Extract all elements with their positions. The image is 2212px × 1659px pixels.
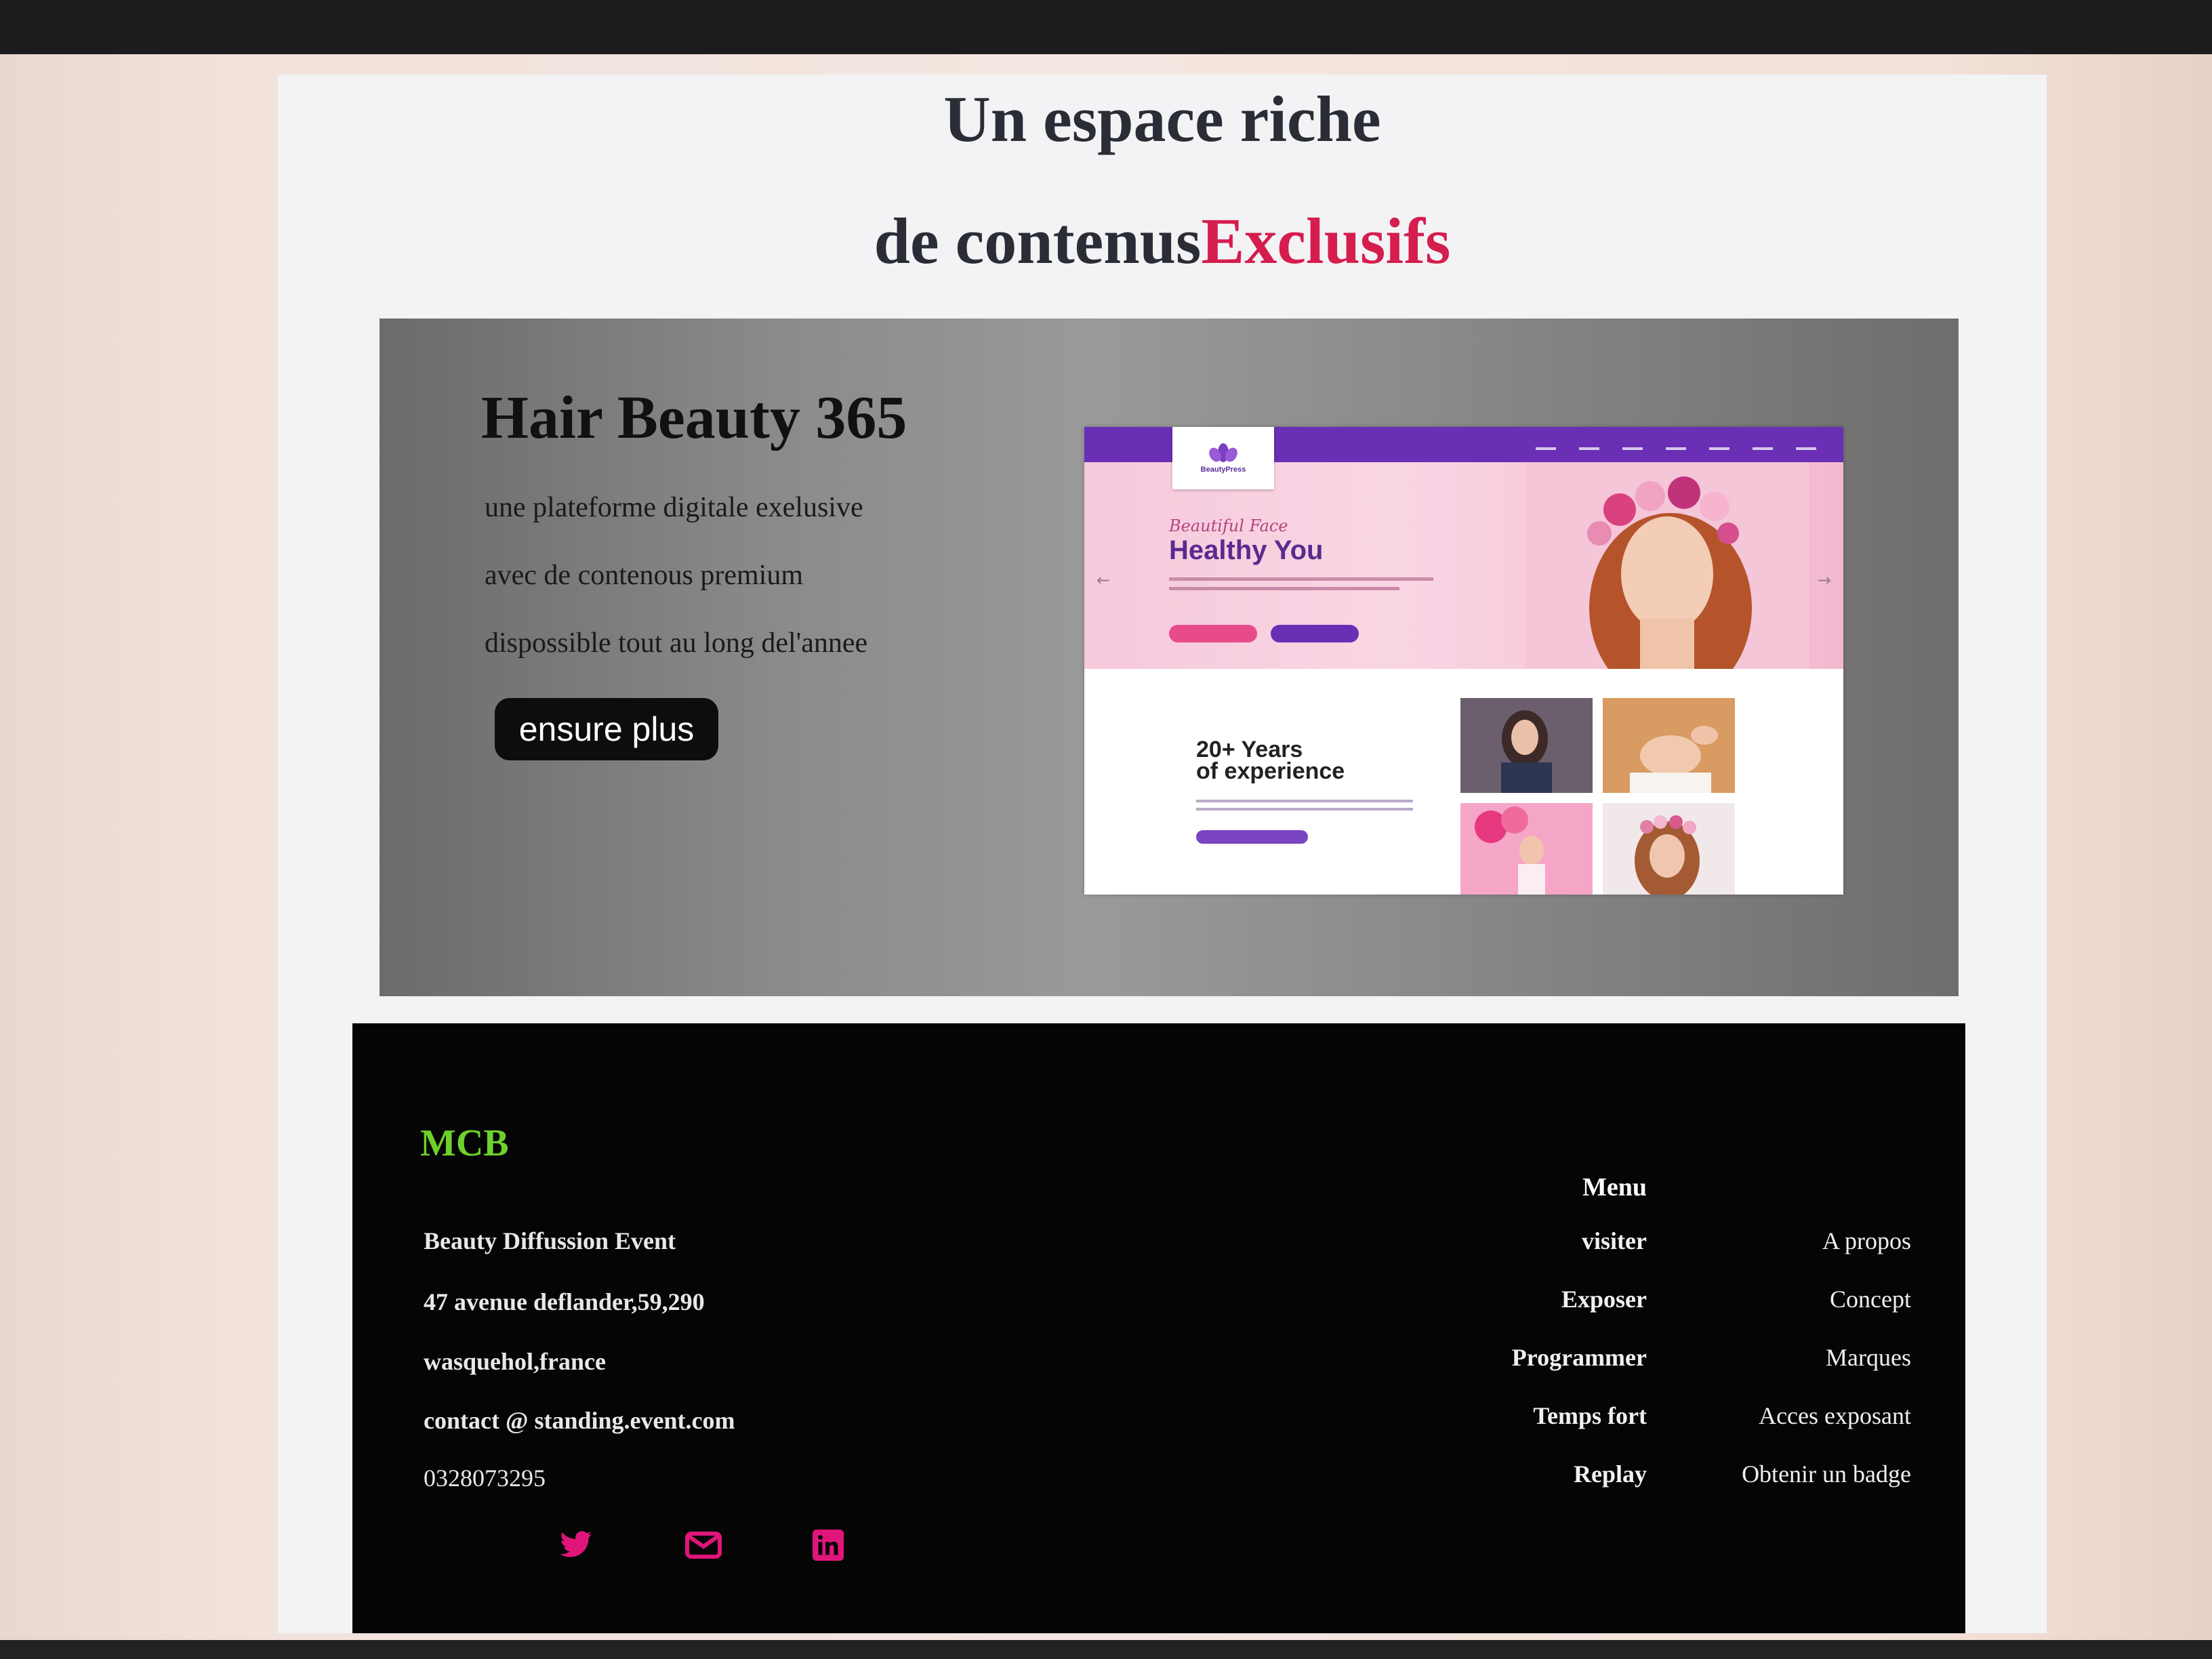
linkedin-icon[interactable] bbox=[808, 1525, 848, 1565]
hero-title-prefix: de contenus bbox=[874, 205, 1202, 277]
preview-years-line-2: of experience bbox=[1196, 758, 1345, 784]
preview-nav-links bbox=[1536, 447, 1816, 450]
footer-menu-primary: visiter Exposer Programmer Temps fort Re… bbox=[1437, 1227, 1647, 1518]
hero-title-accent: Exclusifs bbox=[1201, 205, 1451, 277]
footer-company: Beauty Diffussion Event bbox=[424, 1227, 676, 1254]
footer-link-a-propos[interactable]: A propos bbox=[1694, 1227, 1911, 1285]
footer-phone: 0328073295 bbox=[424, 1465, 546, 1492]
footer-menu-secondary: A propos Concept Marques Acces exposant … bbox=[1694, 1227, 1911, 1518]
twitter-icon[interactable] bbox=[556, 1525, 596, 1565]
preview-button-small bbox=[1196, 830, 1308, 844]
preview-arrow-right-icon: → bbox=[1817, 571, 1831, 590]
footer-link-concept[interactable]: Concept bbox=[1694, 1285, 1911, 1343]
preview-button-purple bbox=[1271, 625, 1359, 642]
site-footer: MCB Beauty Diffussion Event 47 avenue de… bbox=[352, 1023, 1965, 1633]
footer-brand: MCB bbox=[420, 1122, 509, 1164]
footer-city: wasquehol,france bbox=[424, 1348, 606, 1375]
footer-link-programmer[interactable]: Programmer bbox=[1437, 1343, 1647, 1401]
preview-script-text: Beautiful Face bbox=[1169, 516, 1288, 535]
hero-title-line-1: Un espace riche bbox=[943, 83, 1381, 155]
preview-thumbnail-image bbox=[1460, 803, 1593, 895]
footer-menu-title: Menu bbox=[1582, 1173, 1647, 1202]
footer-link-temps-fort[interactable]: Temps fort bbox=[1437, 1401, 1647, 1460]
monitor-bezel-top bbox=[0, 0, 2212, 54]
footer-link-visiter[interactable]: visiter bbox=[1437, 1227, 1647, 1285]
preview-years-line-1: 20+ Years bbox=[1196, 737, 1303, 762]
footer-link-acces-exposant[interactable]: Acces exposant bbox=[1694, 1401, 1911, 1460]
footer-email[interactable]: contact @ standing.event.com bbox=[424, 1406, 735, 1435]
preview-button-pink bbox=[1169, 625, 1257, 642]
more-button[interactable]: ensure plus bbox=[495, 698, 718, 760]
preview-logo-text: BeautyPress bbox=[1200, 466, 1246, 474]
preview-logo: BeautyPress bbox=[1172, 427, 1274, 489]
preview-thumbnail-image bbox=[1603, 698, 1735, 793]
feature-banner: Hair Beauty 365 une plateforme digitale … bbox=[380, 319, 1959, 996]
footer-link-obtenir-badge[interactable]: Obtenir un badge bbox=[1694, 1460, 1911, 1518]
preview-arrow-left-icon: ← bbox=[1097, 571, 1111, 590]
preview-years-heading: 20+ Years of experience bbox=[1196, 737, 1345, 784]
preview-thumbnail-image bbox=[1460, 698, 1593, 793]
preview-thumbnail-image bbox=[1603, 803, 1735, 895]
footer-address: 47 avenue deflander,59,290 bbox=[424, 1288, 705, 1315]
footer-link-replay[interactable]: Replay bbox=[1437, 1460, 1647, 1518]
feature-description-line: une plateforme digitale exelusive bbox=[485, 492, 863, 523]
feature-description-line: avec de contenous premium bbox=[485, 560, 803, 591]
lotus-icon bbox=[1209, 443, 1237, 462]
preview-years-text-lines bbox=[1196, 800, 1413, 816]
feature-title: Hair Beauty 365 bbox=[481, 384, 907, 451]
feature-description-line: dispossible tout au long del'annee bbox=[485, 628, 868, 659]
footer-link-exposer[interactable]: Exposer bbox=[1437, 1285, 1647, 1343]
monitor-bezel-bottom bbox=[0, 1640, 2212, 1659]
hero-title-line-2: de contenusExclusifs bbox=[278, 203, 2047, 279]
preview-text-lines bbox=[1169, 577, 1433, 596]
website-preview-image[interactable]: ← → Beautiful Face Healthy You BeautyPre… bbox=[1084, 427, 1843, 895]
preview-portrait-image bbox=[1525, 462, 1809, 669]
web-page: Un espace riche de contenusExclusifs Hai… bbox=[278, 75, 2047, 1633]
preview-headline: Healthy You bbox=[1169, 535, 1324, 565]
mail-icon[interactable] bbox=[683, 1525, 724, 1565]
footer-link-marques[interactable]: Marques bbox=[1694, 1343, 1911, 1401]
